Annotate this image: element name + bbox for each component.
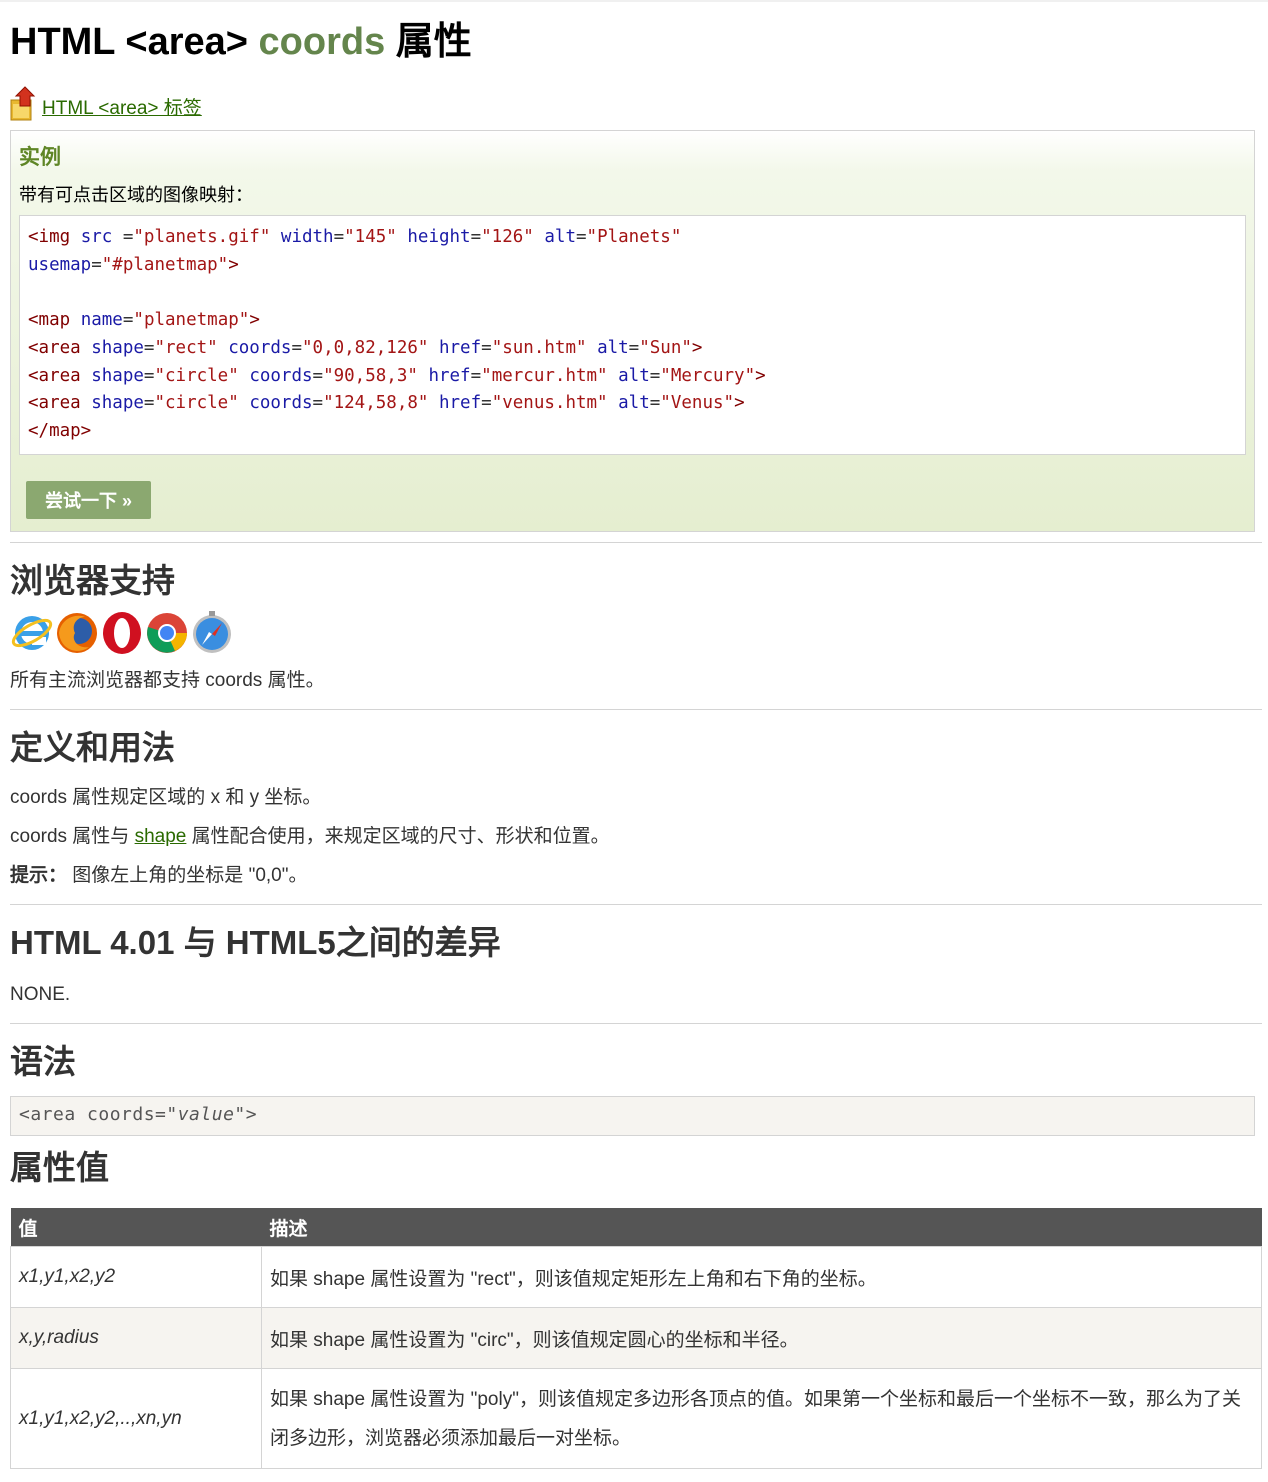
back-to-area-tag-link[interactable]: HTML <area> 标签: [42, 93, 202, 120]
back-link-row: HTML <area> 标签: [10, 82, 1262, 122]
column-header-value: 值: [10, 1208, 262, 1247]
diff-heading: HTML 4.01 与 HTML5之间的差异: [10, 924, 501, 961]
divider: [10, 709, 1262, 710]
syntax-code: <area coords="value">: [10, 1096, 1255, 1136]
column-header-desc: 描述: [261, 1208, 1262, 1247]
tip-label: 提示：: [10, 865, 68, 886]
diff-section: HTML 4.01 与 HTML5之间的差异 NONE.: [10, 921, 1262, 1007]
divider: [10, 542, 1262, 543]
diff-text: NONE.: [10, 984, 71, 1005]
browser-support-section: 浏览器支持 所有主流浏览器都支持 coords 属性。: [10, 559, 1262, 693]
title-suffix: 属性: [385, 21, 472, 63]
syntax-variable: value: [177, 1104, 235, 1125]
safari-icon: [193, 611, 231, 653]
definition-p2-prefix: coords 属性与: [10, 826, 135, 847]
browser-support-text: 所有主流浏览器都支持 coords 属性。: [10, 670, 325, 691]
example-heading: 实例: [19, 146, 61, 169]
table-row: x,y,radius 如果 shape 属性设置为 "circ"，则该值规定圆心…: [10, 1307, 1262, 1369]
values-table: 值 描述 x1,y1,x2,y2 如果 shape 属性设置为 "rect"，则…: [10, 1208, 1262, 1469]
definition-p1: coords 属性规定区域的 x 和 y 坐标。: [10, 787, 322, 808]
definition-section: 定义和用法 coords 属性规定区域的 x 和 y 坐标。 coords 属性…: [10, 726, 1262, 888]
page-title: HTML <area> coords 属性: [10, 18, 1262, 66]
title-highlight: coords: [258, 21, 386, 63]
syntax-heading: 语法: [10, 1043, 76, 1080]
value-cell: x1,y1,x2,y2: [10, 1246, 262, 1308]
table-header-row: 值 描述: [10, 1208, 1262, 1247]
example-description: 带有可点击区域的图像映射：: [19, 185, 253, 205]
firefox-icon: [57, 613, 97, 653]
syntax-suffix: ">: [234, 1104, 258, 1125]
top-border: [0, 0, 1268, 2]
browser-support-heading: 浏览器支持: [10, 562, 175, 599]
syntax-section: 语法 <area coords="value">: [10, 1040, 1262, 1136]
desc-cell: 如果 shape 属性设置为 "rect"，则该值规定矩形左上角和右下角的坐标。: [261, 1246, 1262, 1308]
table-row: x1,y1,x2,y2,..,xn,yn 如果 shape 属性设置为 "pol…: [10, 1368, 1262, 1469]
table-row: x1,y1,x2,y2 如果 shape 属性设置为 "rect"，则该值规定矩…: [10, 1246, 1262, 1308]
tip-text: 图像左上角的坐标是 "0,0"。: [67, 865, 308, 886]
shape-link[interactable]: shape: [135, 826, 187, 847]
definition-p2: coords 属性与 shape 属性配合使用，来规定区域的尺寸、形状和位置。: [10, 825, 1262, 849]
tip-paragraph: 提示： 图像左上角的坐标是 "0,0"。: [10, 864, 1262, 888]
try-it-button[interactable]: 尝试一下 »: [26, 481, 151, 519]
divider: [10, 1023, 1262, 1024]
example-box: 实例 带有可点击区域的图像映射： <img src ="planets.gif"…: [10, 130, 1255, 532]
code-block: <img src ="planets.gif" width="145" heig…: [19, 215, 1246, 455]
definition-p2-suffix: 属性配合使用，来规定区域的尺寸、形状和位置。: [186, 826, 610, 847]
desc-cell: 如果 shape 属性设置为 "poly"，则该值规定多边形各顶点的值。如果第一…: [261, 1368, 1262, 1469]
browser-icons: [10, 607, 1262, 657]
definition-heading: 定义和用法: [10, 729, 175, 766]
syntax-prefix: <area coords=": [19, 1104, 178, 1125]
opera-icon: [103, 612, 141, 654]
value-cell: x,y,radius: [10, 1307, 262, 1369]
title-prefix: HTML <area>: [10, 21, 259, 63]
divider: [10, 904, 1262, 905]
values-heading: 属性值: [10, 1149, 109, 1186]
value-cell: x1,y1,x2,y2,..,xn,yn: [10, 1368, 262, 1469]
ie-icon: [11, 616, 53, 650]
folder-up-arrow-icon: [10, 86, 36, 121]
desc-cell: 如果 shape 属性设置为 "circ"，则该值规定圆心的坐标和半径。: [261, 1307, 1262, 1369]
chrome-icon: [147, 613, 187, 653]
